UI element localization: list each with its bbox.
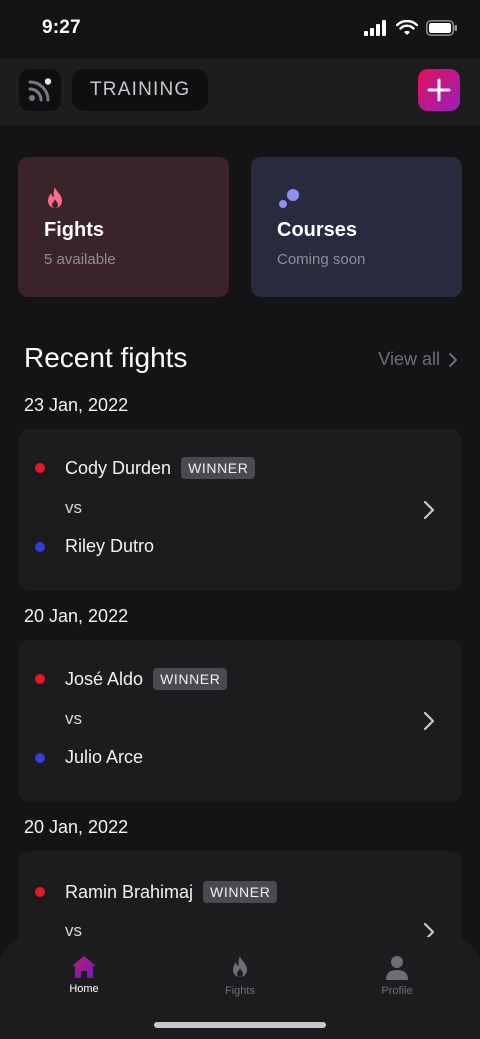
- fight-date: 23 Jan, 2022: [24, 395, 129, 415]
- view-all-label: View all: [378, 349, 440, 369]
- vs-label: vs: [65, 498, 82, 517]
- red-corner-dot: [35, 887, 45, 897]
- fights-card[interactable]: Fights 5 available: [18, 157, 229, 297]
- courses-card-subtitle: Coming soon: [277, 251, 366, 268]
- chevron-right-icon: [449, 352, 457, 367]
- blue-corner-fighter: Julio Arce: [35, 747, 143, 768]
- fighter-name: José Aldo: [65, 668, 144, 689]
- fighter-name: Riley Dutro: [65, 536, 155, 556]
- plus-icon: [427, 78, 451, 102]
- winner-badge: WINNER: [153, 668, 228, 690]
- user-icon: [386, 956, 408, 980]
- red-corner-fighter: Ramin Brahimaj WINNER: [35, 881, 278, 903]
- vs-label: vs: [65, 709, 82, 728]
- feed-button[interactable]: [19, 69, 61, 111]
- fights-card-title: Fights: [44, 219, 104, 241]
- training-label: TRAINING: [90, 79, 191, 100]
- home-icon: [72, 956, 96, 978]
- fights-card-subtitle: 5 available: [44, 251, 116, 268]
- tab-profile-label: Profile: [381, 985, 413, 997]
- recent-fights-title: Recent fights: [24, 342, 188, 373]
- tab-profile[interactable]: Profile: [352, 955, 442, 997]
- fight-card[interactable]: José Aldo WINNER vs Julio Arce: [18, 640, 462, 802]
- bubbles-icon: [277, 186, 303, 217]
- fighter-name: Ramin Brahimaj: [65, 881, 194, 902]
- red-corner-fighter: Cody Durden WINNER: [35, 457, 256, 479]
- view-all-link[interactable]: View all: [378, 349, 458, 370]
- rss-feed-icon: [28, 78, 52, 102]
- tab-fights[interactable]: Fights: [195, 955, 285, 997]
- blue-corner-dot: [35, 541, 45, 552]
- wifi-icon: [396, 20, 418, 35]
- fighter-name: Julio Arce: [65, 747, 144, 767]
- cellular-signal-icon: [364, 20, 386, 36]
- top-header: TRAINING: [0, 58, 480, 126]
- flame-icon: [233, 956, 247, 977]
- chevron-right-icon: [423, 500, 435, 520]
- training-mode-button[interactable]: TRAINING: [72, 69, 209, 111]
- status-time: 9:27: [42, 17, 81, 38]
- red-corner-fighter: José Aldo WINNER: [35, 668, 228, 690]
- flame-icon: [44, 186, 66, 217]
- status-icons: [364, 20, 458, 36]
- blue-corner-fighter: Riley Dutro: [35, 536, 154, 557]
- fight-date: 20 Jan, 2022: [24, 817, 129, 837]
- home-indicator[interactable]: [154, 1022, 326, 1028]
- battery-icon: [426, 20, 457, 36]
- blue-corner-dot: [35, 752, 45, 763]
- tab-fights-label: Fights: [225, 985, 255, 997]
- status-bar: 9:27: [0, 0, 480, 58]
- fight-card[interactable]: Cody Durden WINNER vs Riley Dutro: [18, 429, 462, 591]
- add-button[interactable]: [418, 69, 460, 111]
- fighter-name: Cody Durden: [65, 457, 172, 478]
- red-corner-dot: [35, 463, 45, 473]
- winner-badge: WINNER: [181, 457, 256, 479]
- red-corner-dot: [35, 674, 45, 684]
- fight-date: 20 Jan, 2022: [24, 606, 129, 626]
- courses-card[interactable]: Courses Coming soon: [251, 157, 462, 297]
- chevron-right-icon: [423, 711, 435, 731]
- winner-badge: WINNER: [203, 881, 278, 903]
- tab-home[interactable]: Home: [39, 955, 129, 995]
- tab-home-label: Home: [69, 983, 99, 995]
- courses-card-title: Courses: [277, 219, 358, 241]
